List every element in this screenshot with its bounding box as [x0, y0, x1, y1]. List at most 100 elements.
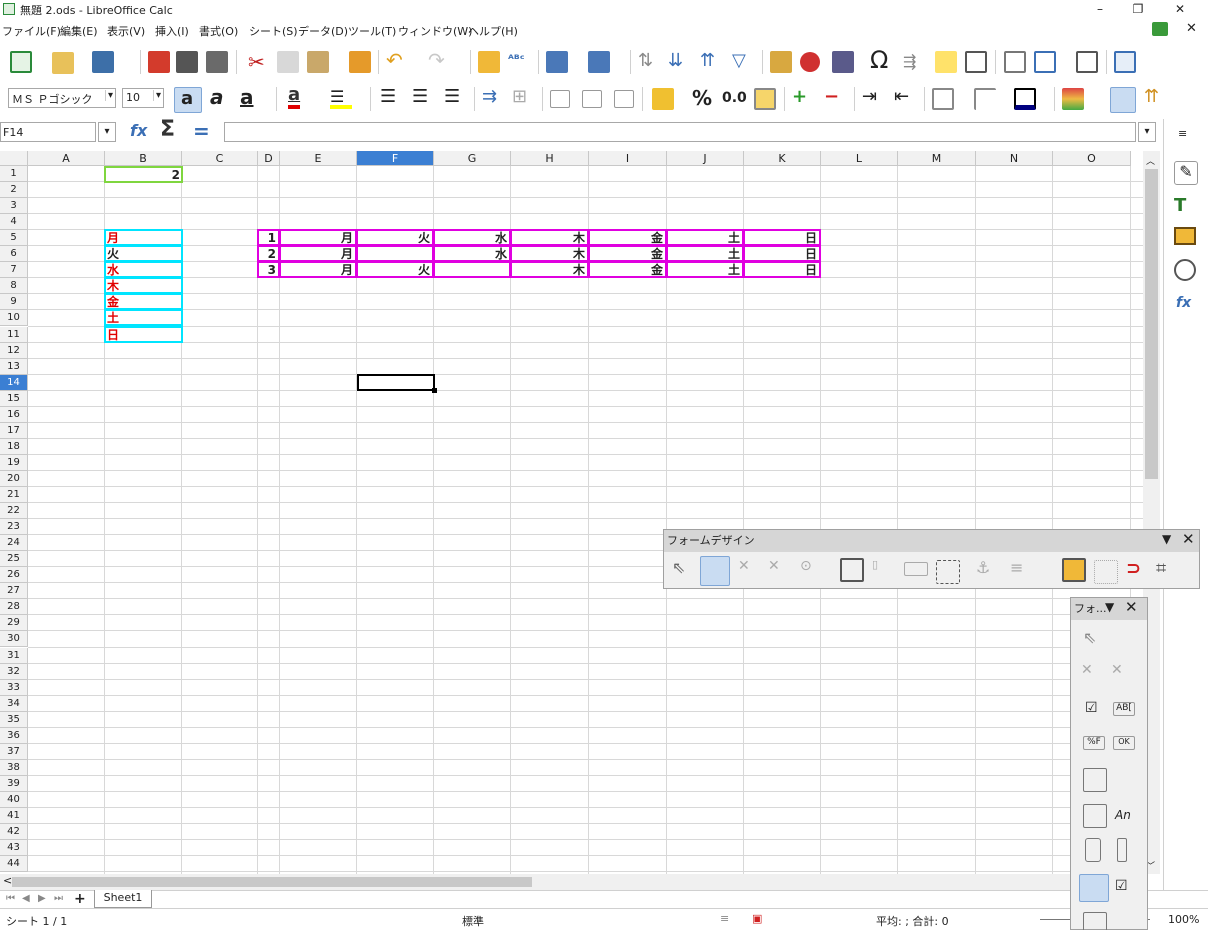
percent-format-button[interactable]: % [692, 86, 712, 110]
find-replace-icon[interactable] [478, 51, 500, 73]
row-header-28[interactable]: 28 [0, 599, 28, 616]
define-print-area-icon[interactable] [1004, 51, 1026, 73]
checkbox-control-icon[interactable]: ☑ [1085, 700, 1109, 724]
position-size-icon[interactable] [1062, 558, 1086, 582]
control-properties-icon[interactable]: ✕ [738, 558, 762, 582]
close-document-icon[interactable]: ✕ [1186, 21, 1197, 36]
column-header-e[interactable]: E [280, 151, 357, 166]
push-button-icon[interactable]: OK [1113, 736, 1135, 750]
wrap-text-icon[interactable]: ⇉ [482, 86, 497, 107]
next-sheet-icon[interactable]: ▶ [38, 893, 46, 904]
row-header-17[interactable]: 17 [0, 422, 28, 439]
align-bottom-icon[interactable] [614, 90, 634, 108]
show-grid-icon[interactable] [1094, 560, 1118, 584]
panel-close-icon[interactable]: ✕ [1182, 530, 1195, 548]
table-cell-r2-c2[interactable]: 月 [280, 247, 355, 261]
row-header-18[interactable]: 18 [0, 438, 28, 455]
styles-icon[interactable]: T [1174, 195, 1186, 216]
export-pdf-icon[interactable] [148, 51, 170, 73]
minimize-button[interactable]: – [1080, 0, 1120, 18]
open-design-mode-icon[interactable] [904, 562, 928, 576]
chevron-down-icon[interactable]: ▾ [98, 122, 116, 142]
print-icon[interactable] [176, 51, 198, 73]
table-cell-r3-c6[interactable]: 金 [589, 263, 665, 277]
date-format-icon[interactable] [754, 88, 776, 110]
highlight-color-icon[interactable]: ☰ [330, 87, 352, 109]
row-header-31[interactable]: 31 [0, 647, 28, 664]
row-header-2[interactable]: 2 [0, 182, 28, 199]
delete-decimal-icon[interactable]: − [824, 86, 839, 107]
table-cell-r1-c1[interactable]: 1 [258, 231, 278, 245]
row-header-11[interactable]: 11 [0, 326, 28, 343]
expand-formula-icon[interactable]: ▾ [1138, 122, 1156, 142]
snap-to-grid-icon[interactable]: ⊃ [1126, 558, 1150, 582]
list-box-icon[interactable] [1083, 768, 1107, 792]
insert-image-icon[interactable] [770, 51, 792, 73]
add-field-icon[interactable]: ▯ [872, 558, 896, 582]
panel-menu-icon[interactable]: ▼ [1105, 600, 1114, 614]
insert-rows-above-icon[interactable] [1110, 87, 1136, 113]
more-controls-icon[interactable] [1079, 874, 1109, 902]
row-header-40[interactable]: 40 [0, 791, 28, 808]
sort-icon[interactable]: ⇅ [638, 50, 653, 71]
row-header-12[interactable]: 12 [0, 342, 28, 359]
row-header-37[interactable]: 37 [0, 743, 28, 760]
print-preview-icon[interactable] [206, 51, 228, 73]
cut-icon[interactable]: ✂ [248, 50, 265, 74]
column-header-h[interactable]: H [511, 151, 589, 166]
row-header-41[interactable]: 41 [0, 808, 28, 825]
save-icon[interactable] [92, 51, 114, 73]
open-folder-icon[interactable] [52, 52, 74, 74]
row-header-19[interactable]: 19 [0, 454, 28, 471]
table-cell-r2-c7[interactable]: 土 [667, 247, 742, 261]
border-style-icon[interactable] [974, 88, 996, 110]
table-cell-r2-c5[interactable]: 木 [511, 247, 587, 261]
table-cell-r1-c6[interactable]: 金 [589, 231, 665, 245]
table-cell-r2-c1[interactable]: 2 [258, 247, 278, 261]
selected-cell-f14[interactable] [357, 374, 435, 391]
update-icon[interactable] [1152, 22, 1168, 36]
row-header-24[interactable]: 24 [0, 535, 28, 552]
row-header-21[interactable]: 21 [0, 487, 28, 504]
cell-b8[interactable]: 木 [105, 279, 121, 293]
column-header-k[interactable]: K [744, 151, 821, 166]
row-header-42[interactable]: 42 [0, 824, 28, 841]
border-color-icon[interactable] [1014, 88, 1036, 110]
row-header-9[interactable]: 9 [0, 294, 28, 311]
row-header-8[interactable]: 8 [0, 278, 28, 295]
underline-button[interactable]: a [240, 85, 254, 109]
align-icon[interactable]: ≡ [1010, 558, 1034, 582]
first-sheet-icon[interactable]: ⏮ [6, 893, 15, 904]
hyperlink-icon[interactable]: ⇶ [903, 52, 916, 71]
row-header-22[interactable]: 22 [0, 503, 28, 520]
column-header-l[interactable]: L [821, 151, 898, 166]
row-header-5[interactable]: 5 [0, 230, 28, 247]
row-header-14[interactable]: 14 [0, 374, 28, 391]
cell-b10[interactable]: 土 [105, 311, 121, 325]
formula-button[interactable]: = [193, 119, 210, 143]
row-header-30[interactable]: 30 [0, 631, 28, 648]
selection-mode-icon[interactable]: ≡ [720, 912, 729, 925]
scroll-thumb[interactable] [12, 877, 532, 887]
row-header-3[interactable]: 3 [0, 198, 28, 215]
clone-formatting-icon[interactable] [349, 51, 371, 73]
headers-footers-icon[interactable] [965, 51, 987, 73]
comment-icon[interactable] [935, 51, 957, 73]
row-header-6[interactable]: 6 [0, 246, 28, 263]
sort-ascending-icon[interactable]: ⇊ [668, 50, 683, 71]
text-box-control-icon[interactable]: AB[ [1113, 702, 1135, 716]
spreadsheet-grid[interactable]: ABCDEFGHIJKLMNO 1 2 3 4 5 6 7 8 9 10 11 12 13 14 15 16 1… [0, 151, 1143, 874]
row-header-27[interactable]: 27 [0, 583, 28, 600]
functions-icon[interactable]: fx [1176, 295, 1191, 311]
align-left-icon[interactable]: ☰ [380, 86, 396, 107]
column-header-j[interactable]: J [667, 151, 744, 166]
autofilter-icon[interactable]: ▽ [732, 50, 746, 71]
row-header-15[interactable]: 15 [0, 390, 28, 407]
row-header-39[interactable]: 39 [0, 775, 28, 792]
cell-b9[interactable]: 金 [105, 295, 121, 309]
last-sheet-icon[interactable]: ⏭ [54, 893, 63, 904]
redo-icon[interactable]: ↷ [428, 48, 445, 72]
cell-b5[interactable]: 月 [105, 231, 121, 245]
row-header-16[interactable]: 16 [0, 406, 28, 423]
font-color-icon[interactable]: a [288, 85, 301, 109]
